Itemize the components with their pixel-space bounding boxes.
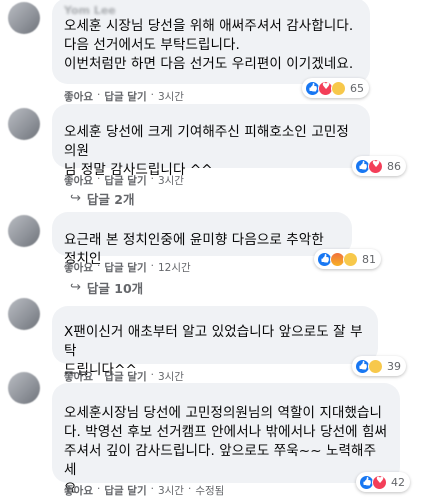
timestamp[interactable]: 3시간 [158, 369, 184, 384]
comment-bubble: Yom Lee 오세훈 시장님 당선을 위해 애써주셔서 감사합니다. 다음 선… [52, 0, 370, 84]
reaction-summary[interactable]: 65 [302, 78, 369, 98]
comment-text: 오세훈 당선에 크게 기여해주신 피해호소인 고민정 의원 님 정말 감사드립니… [64, 124, 349, 178]
replies-count: 답글 2개 [86, 192, 135, 207]
sad-reaction-icon [368, 358, 383, 374]
reply-button[interactable]: 답글 달기 [104, 260, 146, 275]
avatar[interactable] [8, 372, 40, 404]
comment-bubble: 요근래 본 정치인중에 윤미향 다음으로 추악한 정치인 [52, 212, 352, 267]
comment-bubble: 오세훈 당선에 크게 기여해주신 피해호소인 고민정 의원 님 정말 감사드립니… [52, 104, 370, 178]
reply-button[interactable]: 답글 달기 [104, 173, 146, 188]
like-button[interactable]: 좋아요 [64, 483, 93, 497]
haha-reaction-icon [331, 80, 346, 96]
separator: · [96, 369, 101, 381]
reaction-summary[interactable]: 42 [356, 472, 410, 492]
comment-actions: 좋아요 · 답글 달기 · 3시간 · 수정됨 [64, 483, 224, 497]
view-replies-link[interactable]: ↪ 답글 10개 [70, 278, 143, 297]
separator: · [150, 260, 154, 272]
reply-button[interactable]: 답글 달기 [104, 369, 146, 384]
reaction-count: 39 [387, 359, 401, 373]
reaction-count: 42 [391, 475, 405, 489]
avatar[interactable] [8, 108, 40, 140]
separator: · [96, 483, 101, 495]
comment-bubble: X팬이신거 애초부터 알고 있었습니다 앞으로도 잘 부탁 드립니다^^ [52, 306, 378, 378]
reply-button[interactable]: 답글 달기 [104, 89, 146, 104]
comment-author[interactable] [64, 312, 366, 325]
reaction-summary[interactable]: 86 [352, 156, 406, 176]
timestamp[interactable]: 3시간 [158, 173, 184, 188]
separator: · [150, 89, 154, 101]
comment-actions: 좋아요 · 답글 달기 · 12시간 [64, 260, 191, 275]
avatar[interactable] [8, 298, 40, 330]
timestamp[interactable]: 12시간 [158, 260, 191, 275]
comment-bubble: 오세훈시장님 당선에 고민정의원님의 역할이 지대했습니 다. 박영선 후보 선… [52, 383, 400, 497]
comment-text: 오세훈 시장님 당선을 위해 애써주셔서 감사합니다. 다음 선거에서도 부탁드… [64, 18, 354, 72]
haha-reaction-icon [343, 251, 358, 267]
separator: · [96, 173, 101, 185]
comment-author[interactable] [64, 389, 388, 402]
like-button[interactable]: 좋아요 [64, 369, 93, 384]
comment-actions: 좋아요 · 답글 달기 · 3시간 [64, 369, 184, 384]
view-replies-link[interactable]: ↪ 답글 2개 [70, 189, 134, 208]
like-button[interactable]: 좋아요 [64, 89, 93, 104]
timestamp[interactable]: 3시간 [158, 89, 184, 104]
like-button[interactable]: 좋아요 [64, 260, 93, 275]
timestamp[interactable]: 3시간 [158, 483, 184, 497]
reaction-count: 86 [387, 159, 401, 173]
reaction-count: 81 [362, 252, 376, 266]
separator: · [150, 483, 154, 495]
love-reaction-icon [368, 158, 383, 174]
reaction-count: 65 [350, 81, 364, 95]
replies-count: 답글 10개 [86, 281, 144, 296]
separator: · [150, 369, 154, 381]
avatar[interactable] [8, 2, 40, 34]
love-reaction-icon [372, 474, 387, 490]
comment-author[interactable] [64, 218, 340, 231]
reply-arrow-icon: ↪ [70, 191, 81, 206]
separator: · [150, 173, 154, 185]
reply-arrow-icon: ↪ [70, 280, 81, 295]
reaction-summary[interactable]: 39 [352, 356, 406, 376]
comment-author[interactable]: Yom Lee [64, 4, 358, 17]
separator: · [187, 483, 192, 495]
avatar[interactable] [8, 215, 40, 247]
separator: · [96, 260, 101, 272]
comment-actions: 좋아요 · 답글 달기 · 3시간 [64, 89, 184, 104]
edited-label: 수정됨 [195, 485, 225, 497]
reaction-summary[interactable]: 81 [314, 249, 381, 269]
reply-button[interactable]: 답글 달기 [104, 483, 146, 497]
comment-actions: 좋아요 · 답글 달기 · 3시간 [64, 173, 184, 188]
separator: · [96, 89, 101, 101]
like-button[interactable]: 좋아요 [64, 173, 93, 188]
comment-author[interactable] [64, 110, 358, 123]
